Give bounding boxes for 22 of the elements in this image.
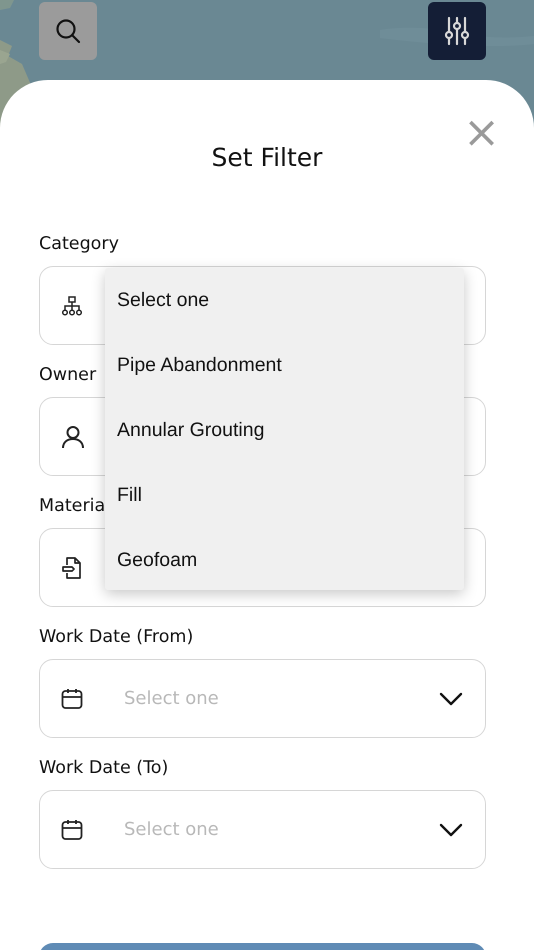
dropdown-option[interactable]: Fill <box>105 465 464 530</box>
search-button[interactable] <box>39 2 97 60</box>
field-label: Category <box>39 233 119 255</box>
sheet-title: Set Filter <box>210 144 324 172</box>
hierarchy-icon <box>60 294 84 318</box>
dropdown-option[interactable]: Annular Grouting <box>105 400 464 465</box>
dropdown-option[interactable]: Geofoam <box>105 530 464 595</box>
file-icon <box>60 554 84 580</box>
chevron-down-icon <box>439 692 463 706</box>
filter-button[interactable] <box>428 2 486 60</box>
placeholder-text: Select one <box>124 819 220 840</box>
field-label: Materia <box>39 495 106 517</box>
chevron-down-icon <box>439 822 463 836</box>
calendar-icon <box>60 818 84 842</box>
dropdown-option[interactable]: Pipe Abandonment <box>105 335 464 400</box>
field-label: Work Date (From) <box>39 626 194 648</box>
dropdown-option[interactable]: Select one <box>105 270 464 335</box>
field-label: Work Date (To) <box>39 757 168 779</box>
calendar-icon <box>60 686 84 710</box>
person-icon <box>60 424 86 450</box>
placeholder-text: Select one <box>124 688 220 709</box>
field-label: Owner <box>39 364 96 386</box>
